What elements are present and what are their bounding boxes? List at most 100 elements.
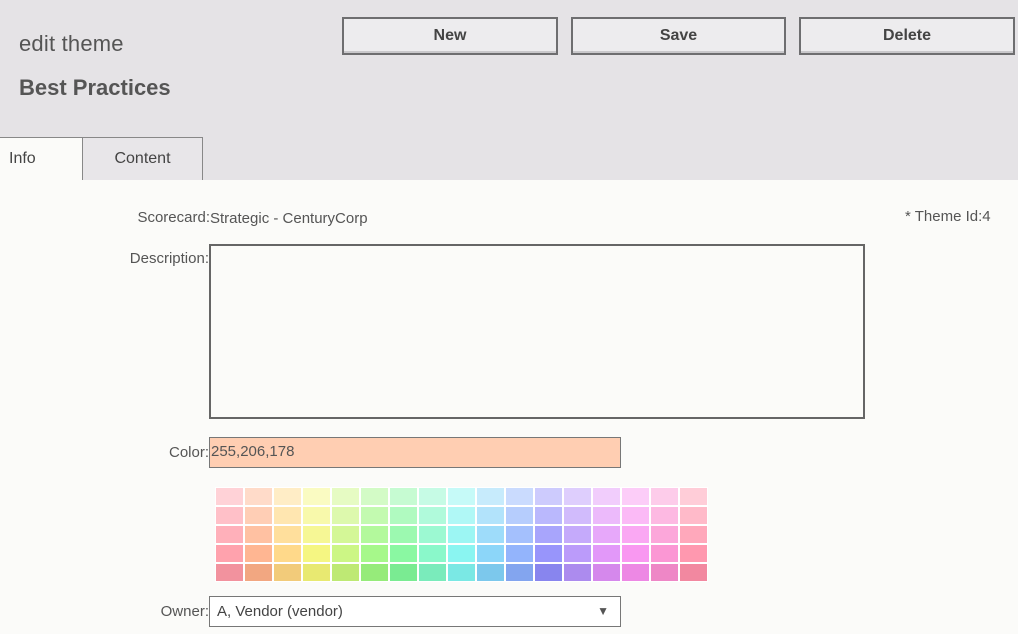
color-swatch[interactable] — [244, 487, 273, 506]
owner-selected-value: A, Vendor (vendor) — [217, 603, 343, 620]
color-swatch[interactable] — [418, 544, 447, 563]
color-swatch[interactable] — [563, 487, 592, 506]
color-swatch[interactable] — [360, 563, 389, 582]
color-swatch[interactable] — [592, 563, 621, 582]
color-swatch[interactable] — [360, 506, 389, 525]
color-swatch[interactable] — [244, 525, 273, 544]
color-swatch[interactable] — [505, 544, 534, 563]
color-swatch[interactable] — [650, 544, 679, 563]
color-swatch[interactable] — [534, 487, 563, 506]
color-swatch[interactable] — [389, 563, 418, 582]
color-swatch[interactable] — [215, 487, 244, 506]
color-swatch[interactable] — [447, 525, 476, 544]
color-swatch[interactable] — [302, 563, 331, 582]
color-swatch[interactable] — [418, 525, 447, 544]
color-swatch[interactable] — [273, 544, 302, 563]
color-swatch[interactable] — [360, 525, 389, 544]
color-swatch[interactable] — [534, 563, 563, 582]
color-swatch[interactable] — [273, 506, 302, 525]
color-swatch[interactable] — [621, 544, 650, 563]
color-swatch[interactable] — [592, 525, 621, 544]
color-swatch[interactable] — [273, 525, 302, 544]
color-swatch[interactable] — [331, 506, 360, 525]
color-swatch[interactable] — [679, 525, 708, 544]
color-swatch[interactable] — [476, 525, 505, 544]
color-swatch[interactable] — [476, 487, 505, 506]
color-swatch[interactable] — [331, 525, 360, 544]
color-swatch[interactable] — [389, 487, 418, 506]
color-swatch[interactable] — [244, 563, 273, 582]
color-swatch[interactable] — [534, 544, 563, 563]
color-swatch[interactable] — [621, 506, 650, 525]
color-swatch[interactable] — [621, 525, 650, 544]
theme-name: Best Practices — [19, 75, 171, 100]
save-button[interactable]: Save — [571, 17, 786, 55]
color-swatch[interactable] — [244, 544, 273, 563]
color-swatch[interactable] — [476, 563, 505, 582]
color-swatch[interactable] — [563, 525, 592, 544]
color-swatch[interactable] — [360, 544, 389, 563]
color-swatch[interactable] — [650, 563, 679, 582]
color-swatch[interactable] — [360, 487, 389, 506]
color-swatch[interactable] — [302, 506, 331, 525]
color-swatch[interactable] — [621, 487, 650, 506]
color-swatch[interactable] — [650, 506, 679, 525]
tab-content[interactable]: Content — [83, 137, 203, 180]
color-swatch[interactable] — [476, 506, 505, 525]
color-swatch[interactable] — [215, 544, 244, 563]
color-swatch[interactable] — [215, 563, 244, 582]
color-swatch[interactable] — [447, 487, 476, 506]
color-swatch[interactable] — [592, 506, 621, 525]
color-swatch[interactable] — [592, 544, 621, 563]
color-field[interactable]: 255,206,178 — [209, 437, 621, 468]
color-swatch[interactable] — [650, 525, 679, 544]
color-swatch[interactable] — [273, 563, 302, 582]
color-swatch[interactable] — [302, 487, 331, 506]
owner-select[interactable]: A, Vendor (vendor) ▼ — [209, 596, 621, 627]
color-swatch[interactable] — [534, 525, 563, 544]
color-swatch[interactable] — [563, 544, 592, 563]
color-swatch[interactable] — [418, 563, 447, 582]
color-swatch[interactable] — [302, 544, 331, 563]
color-swatch[interactable] — [563, 506, 592, 525]
color-swatch[interactable] — [447, 563, 476, 582]
color-swatch[interactable] — [505, 525, 534, 544]
color-swatch[interactable] — [679, 563, 708, 582]
new-button[interactable]: New — [342, 17, 558, 55]
color-swatch[interactable] — [389, 544, 418, 563]
color-swatch[interactable] — [273, 487, 302, 506]
color-swatch[interactable] — [650, 487, 679, 506]
color-swatch[interactable] — [418, 506, 447, 525]
description-label: Description: — [129, 250, 209, 267]
color-swatch[interactable] — [505, 506, 534, 525]
chevron-down-icon: ▼ — [597, 604, 609, 618]
scorecard-value: Strategic - CenturyCorp — [210, 210, 368, 227]
description-textarea[interactable] — [209, 244, 865, 419]
color-swatch[interactable] — [505, 487, 534, 506]
color-swatch[interactable] — [679, 506, 708, 525]
color-swatch[interactable] — [534, 506, 563, 525]
color-swatch[interactable] — [389, 525, 418, 544]
color-swatch[interactable] — [331, 487, 360, 506]
color-label: Color: — [168, 444, 209, 461]
color-swatch[interactable] — [447, 506, 476, 525]
color-swatch[interactable] — [679, 487, 708, 506]
color-swatch[interactable] — [331, 563, 360, 582]
color-swatch[interactable] — [679, 544, 708, 563]
color-swatch[interactable] — [447, 544, 476, 563]
color-swatch[interactable] — [331, 544, 360, 563]
color-swatch[interactable] — [505, 563, 534, 582]
color-swatch[interactable] — [215, 506, 244, 525]
color-swatch[interactable] — [563, 563, 592, 582]
color-swatch[interactable] — [302, 525, 331, 544]
color-swatch[interactable] — [418, 487, 447, 506]
color-swatch[interactable] — [621, 563, 650, 582]
scorecard-label: Scorecard: — [137, 209, 210, 226]
color-swatch[interactable] — [476, 544, 505, 563]
tab-info[interactable]: Info — [0, 137, 83, 180]
color-swatch[interactable] — [215, 525, 244, 544]
color-swatch[interactable] — [389, 506, 418, 525]
color-swatch[interactable] — [244, 506, 273, 525]
delete-button[interactable]: Delete — [799, 17, 1015, 55]
color-swatch[interactable] — [592, 487, 621, 506]
